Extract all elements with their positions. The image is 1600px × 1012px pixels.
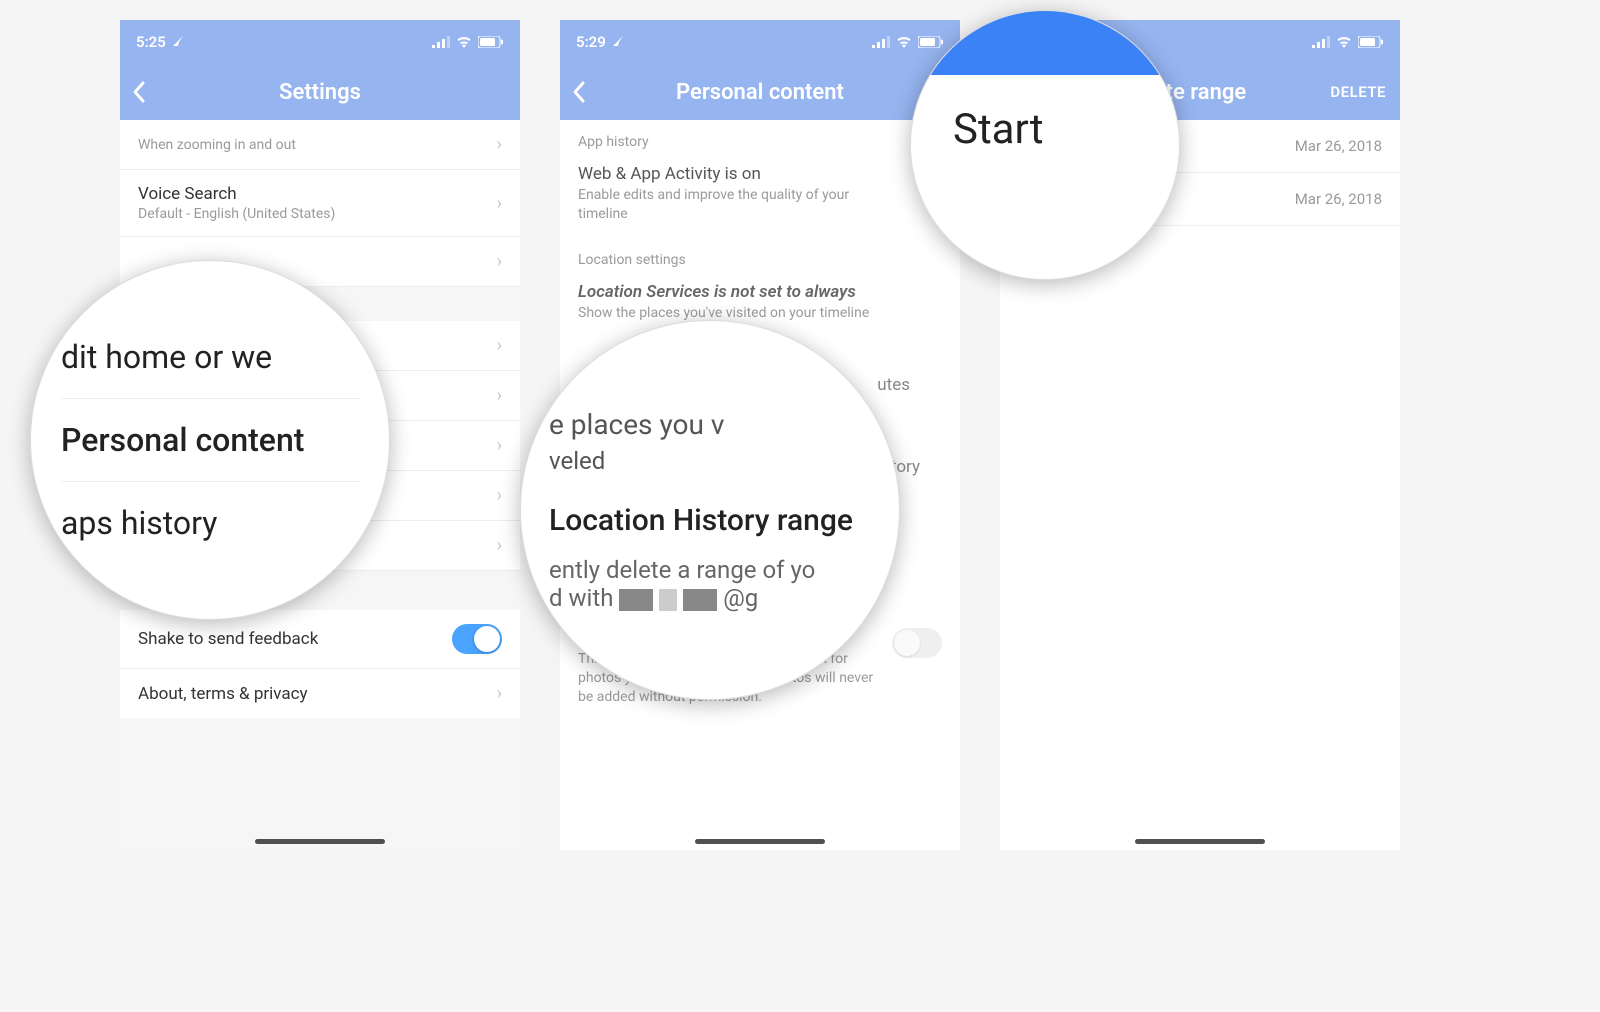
loc-not-always-sub: Show the places you've visited on your t… (578, 304, 878, 323)
chevron-right-icon: › (497, 134, 502, 155)
settings-list: When zooming in and out › Voice Search D… (120, 120, 520, 287)
start-label: Start (1018, 136, 1055, 156)
row-start-date[interactable]: Start Mar 26, 2018 (1000, 120, 1400, 173)
settings-list-2: › › › › Linked accounts › (120, 321, 520, 571)
battery-icon (1358, 36, 1384, 48)
phone-settings: 5:25 Settings (120, 20, 520, 850)
row-end-date[interactable]: End Mar 26, 2018 (1000, 173, 1400, 226)
check-photos-sub: This allows Google to periodically check… (578, 650, 878, 707)
item-web-activity[interactable]: Web & App Activity is on Enable edits an… (560, 156, 960, 238)
status-bar: 5:29 (1000, 20, 1400, 64)
item-commutes-partial[interactable]: utes (560, 367, 960, 409)
home-indicator (695, 839, 825, 844)
end-value: Mar 26, 2018 (1295, 190, 1382, 208)
home-indicator (1135, 839, 1265, 844)
chevron-right-icon: › (497, 435, 502, 456)
signal-icon (432, 36, 450, 48)
loc-not-always-title: Location Services is not set to always (578, 282, 942, 302)
voice-title: Voice Search (138, 184, 335, 204)
item-location-services[interactable]: Location Services is not set to always S… (560, 274, 960, 337)
row-about[interactable]: About, terms & privacy › (120, 669, 520, 718)
battery-icon (478, 36, 504, 48)
phone-personal-content: 5:29 Personal content (560, 20, 960, 850)
chevron-right-icon: › (497, 485, 502, 506)
page-title: Personal content (676, 80, 844, 105)
web-activity-sub: Enable edits and improve the quality of … (578, 186, 878, 224)
section-location-settings: Location settings (560, 238, 960, 274)
chevron-right-icon: › (497, 251, 502, 272)
nav-header: ete range DELETE (1000, 64, 1400, 120)
row-zoom[interactable]: When zooming in and out › (120, 120, 520, 170)
web-activity-title: Web & App Activity is on (578, 164, 942, 184)
shake-label: Shake to send feedback (138, 629, 318, 649)
row-hidden-2[interactable]: › (120, 321, 520, 371)
phone-delete-range: 5:29 ete range (1000, 20, 1400, 850)
chevron-right-icon: › (497, 385, 502, 406)
wifi-icon (1336, 36, 1352, 48)
chevron-right-icon: › (497, 335, 502, 356)
battery-icon (918, 36, 944, 48)
del-tail-1: ory (578, 531, 878, 550)
chevron-right-icon: › (497, 535, 502, 556)
row-hidden-3[interactable]: › (120, 421, 520, 471)
item-delete-all-partial[interactable]: ory om (560, 521, 960, 585)
item-check-photos[interactable]: Check for photos This allows Google to p… (560, 620, 960, 721)
wifi-icon (456, 36, 472, 48)
del-tail-2: om (578, 552, 878, 571)
start-value: Mar 26, 2018 (1295, 137, 1382, 155)
voice-subtitle: Default - English (United States) (138, 206, 335, 222)
about-label: About, terms & privacy (138, 684, 308, 704)
status-bar: 5:29 (560, 20, 960, 64)
row-linked-accounts[interactable]: Linked accounts › (120, 521, 520, 571)
row-voice-search[interactable]: Voice Search Default - English (United S… (120, 170, 520, 237)
row-hidden-4[interactable]: › (120, 471, 520, 521)
status-time: 5:29 (576, 33, 606, 51)
location-icon (1052, 33, 1064, 51)
back-button[interactable] (1012, 64, 1026, 120)
signal-icon (1312, 36, 1330, 48)
zoom-subtitle: When zooming in and out (138, 137, 296, 153)
home-indicator (255, 839, 385, 844)
item-history-partial[interactable]: story (560, 449, 960, 491)
page-title: ete range (1154, 80, 1247, 105)
check-photos-toggle[interactable] (892, 628, 942, 658)
row-shake-feedback[interactable]: Shake to send feedback (120, 610, 520, 669)
linked-label: Linked accounts (138, 536, 262, 556)
section-photo-library: Photo Library (560, 584, 960, 620)
delete-label: DELETE (1330, 83, 1386, 101)
status-bar: 5:25 (120, 20, 520, 64)
chevron-right-icon: › (497, 683, 502, 704)
nav-header: Personal content (560, 64, 960, 120)
canvas: 5:25 Settings (120, 20, 1480, 850)
end-label: End (1018, 189, 1047, 209)
row-personal-content[interactable]: › (120, 371, 520, 421)
support-list: Shake to send feedback About, terms & pr… (120, 610, 520, 718)
chevron-right-icon: › (497, 193, 502, 214)
back-button[interactable] (132, 64, 146, 120)
signal-icon (872, 36, 890, 48)
section-gap (120, 287, 520, 321)
status-time: 5:25 (136, 33, 166, 51)
commutes-tail: utes (578, 375, 910, 395)
status-time: 5:29 (1016, 33, 1046, 51)
section-app-history: App history (560, 120, 960, 156)
support-header: SUPPORT (120, 571, 520, 610)
location-icon (172, 33, 184, 51)
location-icon (612, 33, 624, 51)
row-hidden-1[interactable]: › (120, 237, 520, 287)
back-button[interactable] (572, 64, 586, 120)
wifi-icon (896, 36, 912, 48)
nav-header: Settings (120, 64, 520, 120)
history-tail: story (578, 457, 920, 477)
page-title: Settings (279, 80, 361, 105)
check-photos-title: Check for photos (578, 628, 878, 648)
shake-toggle[interactable] (452, 624, 502, 654)
delete-button[interactable]: DELETE (1330, 64, 1386, 120)
